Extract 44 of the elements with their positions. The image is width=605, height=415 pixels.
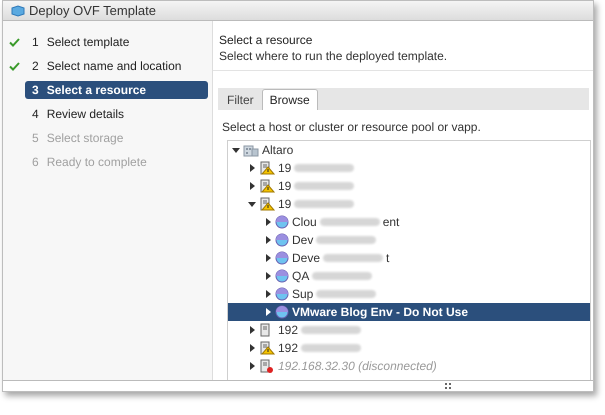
expand-triangle-icon[interactable] (264, 218, 272, 226)
tree-item[interactable]: 192 (228, 321, 590, 339)
resource-pool-icon (275, 287, 289, 301)
tree-item[interactable]: Clou ent (228, 213, 590, 231)
tab[interactable]: Filter (221, 89, 260, 110)
tree-item[interactable]: 19 (228, 195, 590, 213)
collapse-triangle-icon[interactable] (248, 200, 256, 208)
expand-triangle-icon[interactable] (248, 182, 256, 190)
expand-triangle-icon[interactable] (248, 344, 256, 352)
tab[interactable]: Browse (262, 89, 318, 110)
collapse-triangle-icon[interactable] (232, 146, 240, 154)
resize-grip-icon[interactable] (445, 383, 451, 389)
tree-item[interactable]: 19 (228, 159, 590, 177)
resource-pool-icon (275, 215, 289, 229)
tree-item[interactable]: 192 (228, 339, 590, 357)
tree-item[interactable]: Sup (228, 285, 590, 303)
tree-item[interactable]: QA (228, 267, 590, 285)
expand-triangle-icon[interactable] (264, 308, 272, 316)
expand-triangle-icon[interactable] (248, 164, 256, 172)
step-item[interactable]: 1 Select template (25, 33, 208, 51)
resource-pool-icon (275, 233, 289, 247)
resource-pool-icon (275, 251, 289, 265)
instruction-text: Select a host or cluster or resource pool or vapp. (222, 119, 482, 136)
tree-item[interactable]: Deve t (228, 249, 590, 267)
resource-pool-icon (275, 269, 289, 283)
expand-triangle-icon[interactable] (248, 362, 256, 370)
step-item[interactable]: 2 Select name and location (25, 57, 208, 75)
step-item[interactable]: 4 Review details (25, 105, 208, 123)
tree-item[interactable]: 19 (228, 177, 590, 195)
expand-triangle-icon[interactable] (264, 254, 272, 262)
section-subtitle: Select where to run the deployed template. (219, 48, 448, 64)
expand-triangle-icon[interactable] (264, 290, 272, 298)
tree-item[interactable]: Altaro (228, 141, 590, 159)
building-icon (243, 143, 259, 157)
tree-item[interactable]: VMware Blog Env - Do Not Use (228, 303, 590, 321)
expand-triangle-icon[interactable] (264, 272, 272, 280)
expand-triangle-icon[interactable] (264, 236, 272, 244)
window-title: Deploy OVF Template (29, 2, 156, 20)
section-title: Select a resource (219, 32, 314, 48)
step-item[interactable]: 3 Select a resource (25, 81, 208, 99)
expand-triangle-icon[interactable] (248, 326, 256, 334)
resource-pool-icon (275, 305, 289, 319)
tree-item[interactable]: Dev (228, 231, 590, 249)
cube-icon (11, 4, 25, 16)
